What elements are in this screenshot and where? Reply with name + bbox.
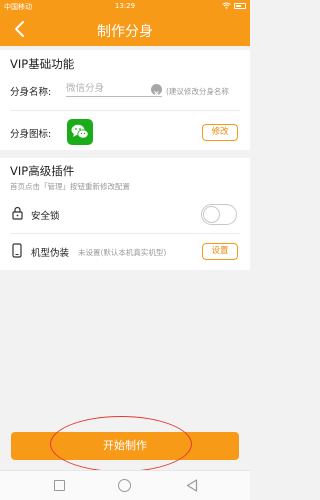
clock: 13:29 <box>114 2 136 10</box>
annotation-circle <box>50 416 192 472</box>
device-disguise-value: 未设置(默认本机真实机型) <box>78 248 167 257</box>
divider <box>10 110 240 111</box>
phone-icon <box>12 243 22 258</box>
advanced-section-title: VIP高级插件 <box>10 164 75 178</box>
icon-label: 分身图标: <box>10 129 52 140</box>
device-settings-button[interactable]: 设置 <box>202 243 238 260</box>
clear-icon[interactable] <box>151 84 162 96</box>
status-icons <box>222 2 246 9</box>
clone-name-input[interactable] <box>66 81 162 97</box>
battery-icon <box>234 2 246 9</box>
divider <box>10 233 240 234</box>
page-title: 制作分身 <box>97 24 153 40</box>
security-lock-label: 安全锁 <box>31 211 60 222</box>
modify-icon-button[interactable]: 修改 <box>202 124 238 141</box>
title-bar: 制作分身 <box>0 12 250 46</box>
security-lock-toggle[interactable] <box>201 204 237 225</box>
back-triangle-icon[interactable] <box>186 479 198 492</box>
wifi-icon <box>222 2 231 9</box>
system-nav-bar <box>0 470 250 500</box>
name-label: 分身名称: <box>10 87 52 98</box>
recents-icon[interactable] <box>54 480 65 491</box>
home-icon[interactable] <box>118 479 131 492</box>
basic-section-title: VIP基础功能 <box>10 57 75 71</box>
advanced-hint: 首页点击「管理」按钮重新修改配置 <box>10 182 130 191</box>
device-disguise-label: 机型伪装 <box>31 248 70 259</box>
name-hint: (建议修改分身名称 <box>166 87 229 96</box>
status-bar: 中国移动 13:29 <box>0 0 250 12</box>
lock-icon <box>12 206 23 220</box>
wechat-icon <box>67 119 93 145</box>
close-icon <box>154 91 159 96</box>
toggle-knob <box>203 206 220 223</box>
